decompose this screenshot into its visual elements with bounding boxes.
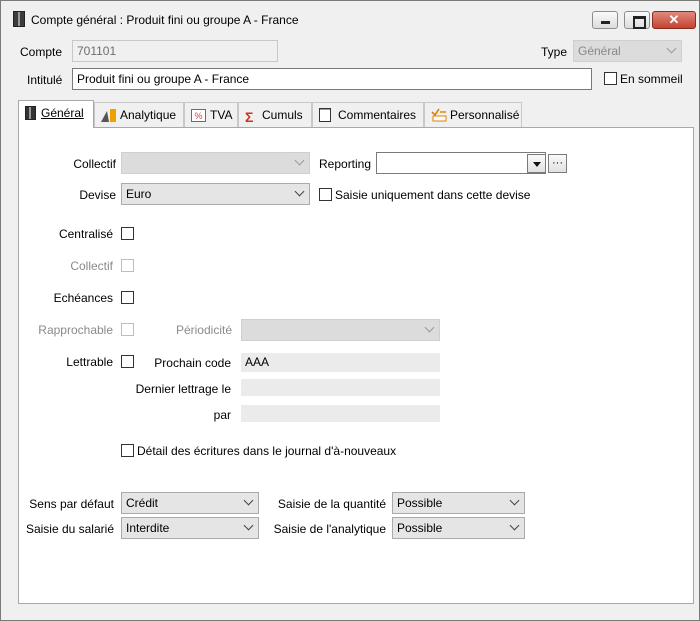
svg-text:%: % [194, 111, 202, 121]
maximize-button[interactable] [624, 11, 650, 29]
collectif-select[interactable] [121, 152, 310, 174]
prochain-code-field[interactable]: AAA [241, 353, 440, 372]
rapprochable-checkbox[interactable] [121, 323, 134, 336]
account-window: Compte général : Produit fini ou groupe … [0, 0, 700, 621]
reporting-field[interactable] [376, 152, 546, 174]
tab-label: Analytique [120, 108, 177, 122]
chevron-down-icon [509, 520, 520, 531]
minimize-button[interactable] [592, 11, 618, 29]
collectif-label: Collectif [73, 157, 116, 171]
saisie-salarie-value: Interdite [126, 521, 170, 535]
detail-a-nouveaux-label: Détail des écritures dans le journal d'à… [137, 444, 397, 458]
chevron-down-icon [666, 43, 677, 54]
compte-field[interactable]: 701101 [72, 40, 278, 62]
en-sommeil-checkbox[interactable] [604, 72, 617, 85]
tab-label: Personnalisé [450, 108, 520, 122]
periodicite-label: Périodicité [175, 323, 232, 337]
tab-personnalise[interactable]: Personnalisé [424, 102, 522, 127]
prochain-code-label: Prochain code [154, 356, 231, 370]
par-label: par [213, 408, 231, 422]
saisie-salarie-label: Saisie du salarié [25, 522, 114, 536]
tva-icon: % [191, 109, 206, 123]
chevron-down-icon [294, 186, 305, 197]
saisie-quantite-value: Possible [397, 496, 443, 510]
saisie-analytique-value: Possible [397, 521, 443, 535]
tab-analytique[interactable]: Analytique [94, 102, 184, 127]
centralise-checkbox[interactable] [121, 227, 134, 240]
devise-value: Euro [126, 187, 152, 201]
saisie-analytique-select[interactable]: Possible [392, 517, 525, 539]
intitule-label: Intitulé [27, 73, 63, 87]
tab-commentaires[interactable]: Commentaires [312, 102, 424, 127]
sigma-icon: Σ [245, 109, 254, 125]
saisie-analytique-label: Saisie de l'analytique [273, 522, 386, 536]
general-icon [25, 106, 36, 120]
type-select[interactable]: Général [573, 40, 682, 62]
sens-value: Crédit [126, 496, 159, 510]
saisie-salarie-select[interactable]: Interdite [121, 517, 259, 539]
sens-label: Sens par défaut [29, 497, 114, 511]
tab-label: Général [41, 106, 84, 120]
ledger-icon [13, 11, 25, 27]
triangle-down-icon [533, 162, 541, 167]
tab-cumuls[interactable]: Σ Cumuls [238, 102, 312, 127]
chevron-down-icon [243, 520, 254, 531]
par-field[interactable] [241, 405, 440, 422]
dernier-lettrage-field[interactable] [241, 379, 440, 396]
devise-select[interactable]: Euro [121, 183, 310, 205]
tab-tva[interactable]: % TVA [184, 102, 238, 127]
collectif-checkbox[interactable] [121, 259, 134, 272]
periodicite-select[interactable] [241, 319, 440, 341]
chevron-down-icon [509, 495, 520, 506]
lettrable-label: Lettrable [66, 355, 113, 369]
tab-label: Commentaires [338, 108, 417, 122]
saisie-quantite-label: Saisie de la quantité [277, 497, 386, 511]
chevron-down-icon [243, 495, 254, 506]
detail-a-nouveaux-checkbox[interactable] [121, 444, 134, 457]
chevron-down-icon [294, 155, 305, 166]
title-bar: Compte général : Produit fini ou groupe … [1, 1, 699, 35]
analytique-icon [101, 108, 116, 122]
en-sommeil-label: En sommeil [620, 72, 683, 86]
reporting-dropdown-button[interactable] [527, 154, 546, 173]
maximize-icon [625, 12, 649, 29]
minimize-icon [593, 12, 617, 28]
close-button[interactable]: ✕ [652, 11, 696, 29]
custom-icon [431, 108, 447, 122]
reporting-label: Reporting [319, 157, 372, 171]
devise-label: Devise [79, 188, 116, 202]
echeances-checkbox[interactable] [121, 291, 134, 304]
saisie-quantite-select[interactable]: Possible [392, 492, 525, 514]
compte-label: Compte [20, 45, 63, 59]
saisie-devise-checkbox[interactable] [319, 188, 332, 201]
chevron-down-icon [424, 322, 435, 333]
dernier-lettrage-label: Dernier lettrage le [135, 382, 231, 396]
intitule-field[interactable]: Produit fini ou groupe A - France [72, 68, 592, 90]
tab-general[interactable]: Général [18, 100, 94, 128]
tab-label: TVA [210, 108, 233, 122]
close-icon: ✕ [668, 12, 680, 27]
window-title: Compte général : Produit fini ou groupe … [31, 13, 299, 27]
note-icon [319, 108, 333, 122]
collectif-checkbox-label: Collectif [70, 259, 113, 273]
type-value: Général [578, 44, 621, 58]
saisie-devise-label: Saisie uniquement dans cette devise [335, 188, 531, 202]
tab-label: Cumuls [262, 108, 303, 122]
echeances-label: Echéances [53, 291, 113, 305]
rapprochable-label: Rapprochable [38, 323, 113, 337]
type-label: Type [541, 45, 568, 59]
sens-select[interactable]: Crédit [121, 492, 259, 514]
reporting-browse-button[interactable]: ··· [548, 154, 567, 173]
centralise-label: Centralisé [58, 227, 113, 241]
